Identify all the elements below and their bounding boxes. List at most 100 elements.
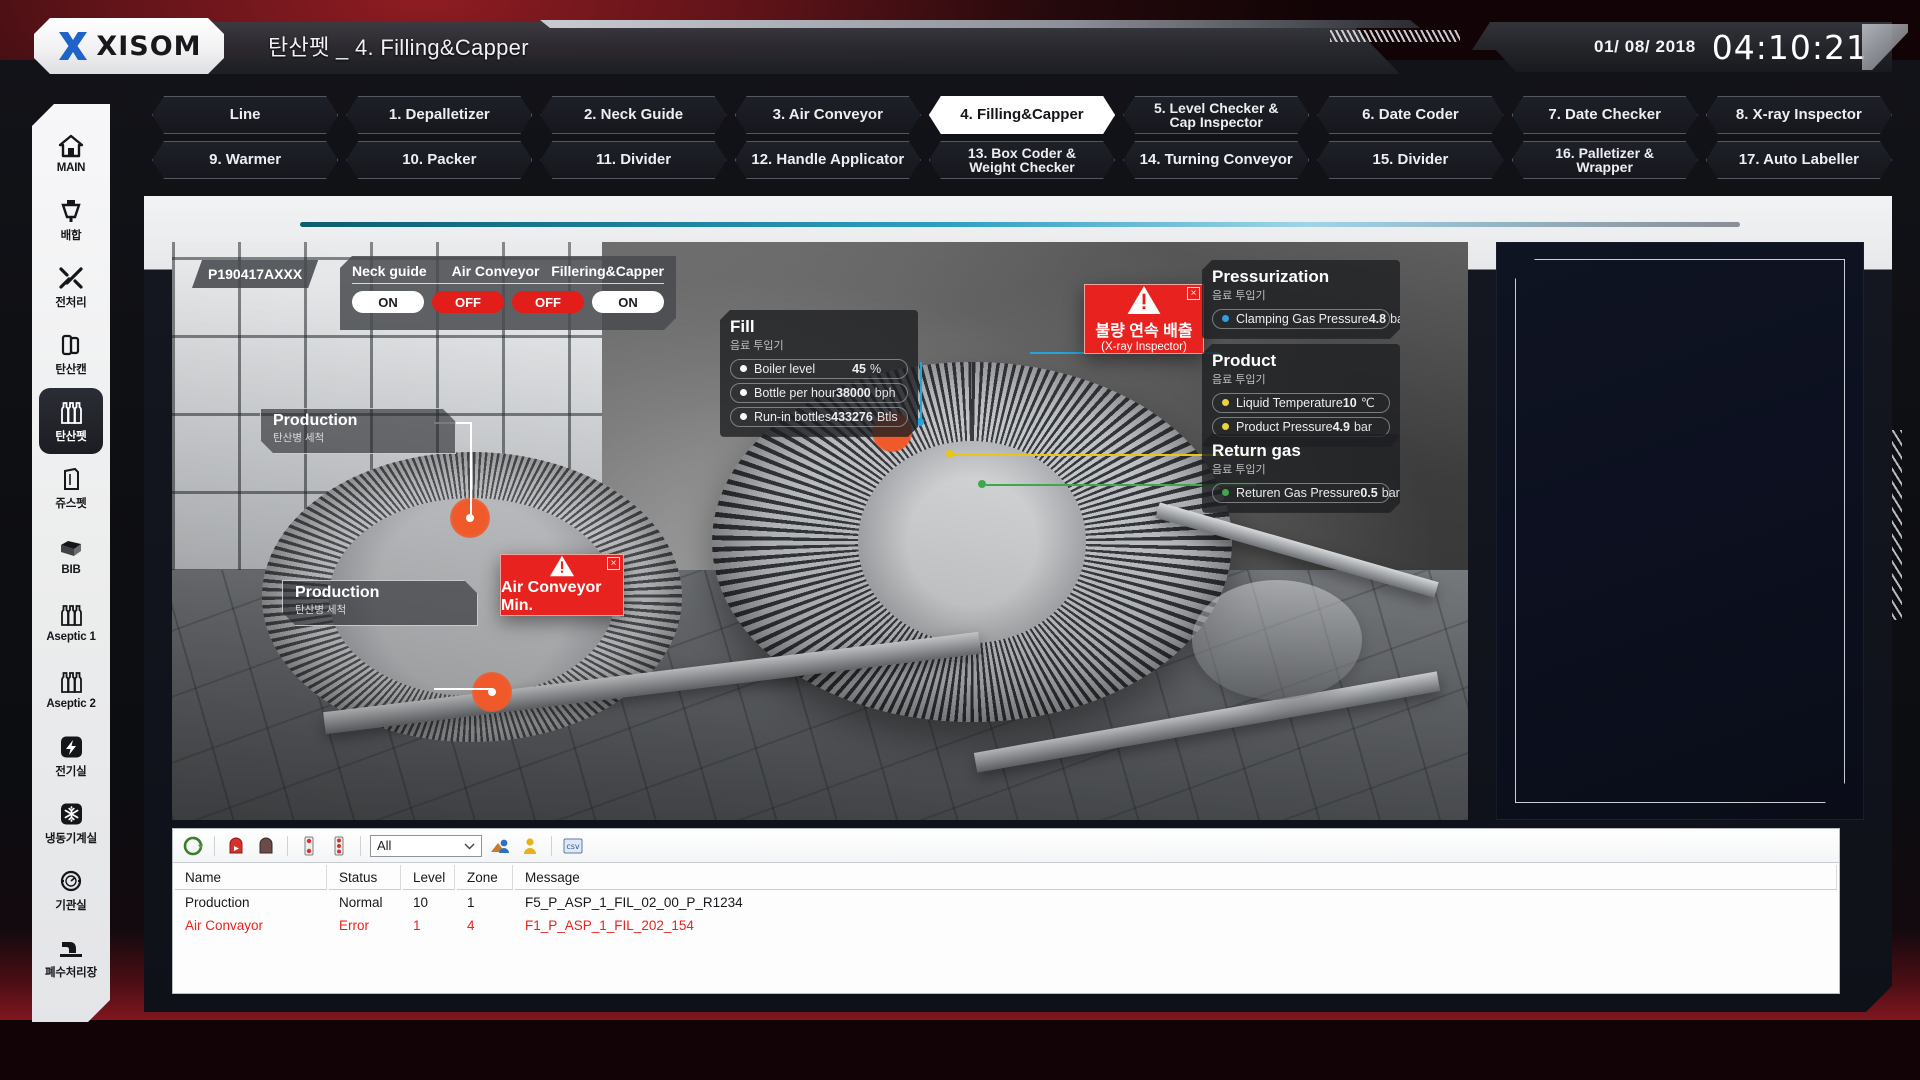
metric-row: Liquid Temperature 10 ℃ xyxy=(1212,393,1390,413)
callout-title: Production xyxy=(295,584,380,601)
status-dot xyxy=(1222,423,1229,430)
sidebar-item-label: MAIN xyxy=(56,161,86,174)
tab-row2-1[interactable]: 9. Warmer xyxy=(152,141,338,179)
user-alert-icon[interactable] xyxy=(518,834,542,858)
group-user-icon[interactable] xyxy=(488,834,512,858)
tab-row2-3[interactable]: 11. Divider xyxy=(540,141,726,179)
tab-row1-6[interactable]: 5. Level Checker & Cap Inspector xyxy=(1123,96,1309,134)
fill-card: Fill 음료 투입기 Boiler level 45% Bottle per hour… xyxy=(720,310,918,437)
column-header-message[interactable]: Message xyxy=(515,865,1837,890)
tab-row1-7[interactable]: 6. Date Coder xyxy=(1317,96,1503,134)
alarm-popup-xray[interactable]: × 불량 연속 배출 (X-ray Inspector) xyxy=(1084,284,1204,354)
sidebar-item-4[interactable]: 탄산캔 xyxy=(39,321,103,387)
table-row[interactable]: Production Normal 10 1 F5_P_ASP_1_FIL_02_00_… xyxy=(175,892,1837,913)
sidebar-item-11[interactable]: 냉동기계실 xyxy=(39,790,103,856)
callout-title: Production xyxy=(273,412,358,429)
tab-row2-7[interactable]: 15. Divider xyxy=(1317,141,1503,179)
tab-row1-3[interactable]: 2. Neck Guide xyxy=(540,96,726,134)
sidebar-item-9[interactable]: Aseptic 2 xyxy=(39,656,103,722)
tab-row2-6[interactable]: 14. Turning Conveyor xyxy=(1123,141,1309,179)
tab-row1-5[interactable]: 4. Filling&Capper xyxy=(929,96,1115,134)
control-toggle-1[interactable]: ON xyxy=(352,291,424,313)
control-header-filling-capper: Fillering&Capper xyxy=(551,263,664,279)
bolt-icon xyxy=(57,734,85,760)
refresh-icon[interactable] xyxy=(181,834,205,858)
tab-row1-4[interactable]: 3. Air Conveyor xyxy=(735,96,921,134)
sidebar-item-label: 탄산캔 xyxy=(55,363,87,376)
sidebar-item-label: BIB xyxy=(61,563,81,576)
gauge-icon xyxy=(57,868,85,894)
metric-label: Returen Gas Pressure xyxy=(1236,485,1361,500)
sidebar-item-3[interactable]: 전처리 xyxy=(39,254,103,320)
tab-row1-9[interactable]: 8. X-ray Inspector xyxy=(1706,96,1892,134)
tab-row2-5[interactable]: 13. Box Coder & Weight Checker xyxy=(929,141,1115,179)
filter-all-icon[interactable] xyxy=(327,834,351,858)
chevron-down-icon xyxy=(464,838,475,853)
leader-line-washer xyxy=(470,422,472,516)
alarm-message-line1: 불량 연속 배출 xyxy=(1095,323,1193,340)
alarm-close-icon[interactable]: × xyxy=(607,557,620,570)
log-filter-select[interactable]: All xyxy=(370,834,482,857)
tab-label: 14. Turning Conveyor xyxy=(1139,151,1293,169)
metric-value: 45 xyxy=(852,361,866,376)
column-header-name[interactable]: Name xyxy=(175,865,327,890)
header-accent-bar xyxy=(540,20,1420,28)
sidebar-item-13[interactable]: 폐수처리장 xyxy=(39,924,103,990)
sidebar-item-6[interactable]: 쥬스펫 xyxy=(39,455,103,521)
sidebar-item-8[interactable]: Aseptic 1 xyxy=(39,589,103,655)
snowflake-icon xyxy=(57,801,85,827)
clock-plate: 01/ 08/ 2018 04:10:21 xyxy=(1472,22,1892,72)
sidebar-item-10[interactable]: 전기실 xyxy=(39,723,103,789)
control-toggle-4[interactable]: ON xyxy=(592,291,664,313)
warning-triangle-icon xyxy=(549,555,575,577)
control-toggle-2[interactable]: OFF xyxy=(432,291,504,313)
status-dot xyxy=(1222,315,1229,322)
tab-row2-8[interactable]: 16. Palletizer & Wrapper xyxy=(1512,141,1698,179)
sidebar-item-2[interactable]: 배합 xyxy=(39,187,103,253)
metric-row: Returen Gas Pressure 0.5 bar xyxy=(1212,483,1390,503)
sidebar-item-7[interactable]: BIB xyxy=(39,522,103,588)
warning-triangle-icon xyxy=(1127,285,1161,315)
control-toggle-3[interactable]: OFF xyxy=(512,291,584,313)
tab-label: 9. Warmer xyxy=(209,151,282,169)
column-header-level[interactable]: Level xyxy=(403,865,455,890)
metric-row: Product Pressure 4.9 bar xyxy=(1212,417,1390,437)
sidebar-item-5[interactable]: 탄산펫 xyxy=(39,388,103,454)
status-dot xyxy=(740,365,747,372)
alarm-off-icon[interactable] xyxy=(254,834,278,858)
leader-line-fill xyxy=(920,362,922,422)
app-header: XISOM 탄산펫 _ 4. Filling&Capper 01/ 08/ 20… xyxy=(0,0,1920,86)
table-body: Production Normal 10 1 F5_P_ASP_1_FIL_02_00_… xyxy=(175,892,1837,936)
column-header-status[interactable]: Status xyxy=(329,865,401,890)
status-dot xyxy=(740,389,747,396)
sidebar-item-12[interactable]: 기관실 xyxy=(39,857,103,923)
filter-check-icon[interactable] xyxy=(297,834,321,858)
header-time: 04:10:21 xyxy=(1711,27,1868,67)
csv-export-icon[interactable]: csv xyxy=(561,834,585,858)
logo-wordmark: XISOM xyxy=(96,30,202,62)
tab-row1-8[interactable]: 7. Date Checker xyxy=(1512,96,1698,134)
sidebar-item-label: 폐수처리장 xyxy=(45,966,97,979)
bottles-row-icon xyxy=(57,669,85,695)
table-row[interactable]: Air Convayor Error 1 4 F1_P_ASP_1_FIL_202_15… xyxy=(175,915,1837,936)
leader-point-return-gas xyxy=(978,480,986,488)
table-header-row: Name Status Level Zone Message xyxy=(175,865,1837,890)
logo-plate[interactable]: XISOM xyxy=(34,18,224,74)
metric-unit: bar xyxy=(1353,419,1373,434)
tab-row2-9[interactable]: 17. Auto Labeller xyxy=(1706,141,1892,179)
tab-row1-1[interactable]: Line xyxy=(152,96,338,134)
aux-display-frame xyxy=(1515,259,1845,803)
tab-row1-2[interactable]: 1. Depalletizer xyxy=(346,96,532,134)
column-header-zone[interactable]: Zone xyxy=(457,865,513,890)
tab-row2-2[interactable]: 10. Packer xyxy=(346,141,532,179)
waste-water-icon xyxy=(57,935,85,961)
alarm-close-icon[interactable]: × xyxy=(1187,287,1200,300)
card-title: Product xyxy=(1212,351,1277,370)
tab-row2-4[interactable]: 12. Handle Applicator xyxy=(735,141,921,179)
alarm-popup-air-conveyor[interactable]: × Air Conveyor Min. xyxy=(500,554,624,616)
sidebar-item-label: Aseptic 2 xyxy=(46,697,96,710)
sidebar-item-1[interactable]: MAIN xyxy=(39,120,103,186)
status-dot xyxy=(740,413,747,420)
cell-name: Air Convayor xyxy=(185,918,264,933)
alarm-active-icon[interactable] xyxy=(224,834,248,858)
